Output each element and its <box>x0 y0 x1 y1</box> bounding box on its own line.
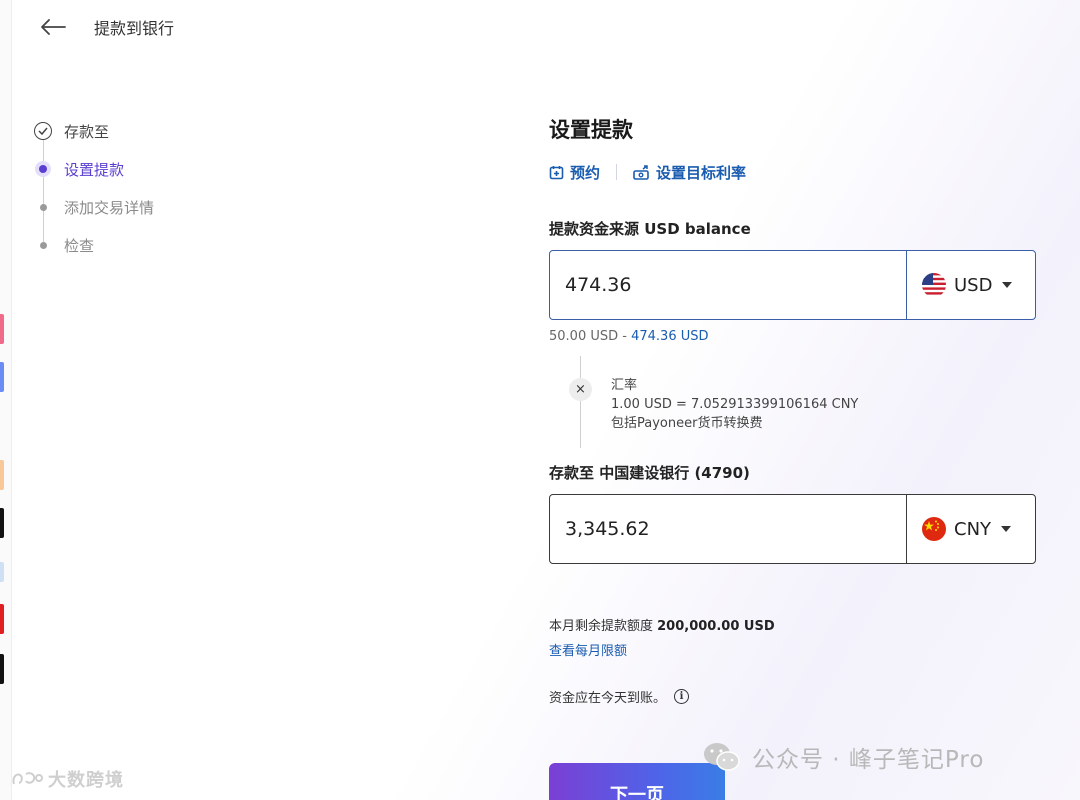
source-label: 提款资金来源 USD balance <box>549 220 751 238</box>
rate-info: 汇率 1.00 USD = 7.052913399106164 CNY 包括Pa… <box>611 376 858 433</box>
range-min: 50.00 USD <box>549 329 619 344</box>
dest-label: 存款至 中国建设银行 (4790) <box>549 464 750 482</box>
rate-connector-line <box>580 356 581 448</box>
step-set-withdrawal[interactable]: 设置提款 <box>32 150 232 188</box>
exchange-rate-block: × 汇率 1.00 USD = 7.052913399106164 CNY 包括… <box>549 356 1039 452</box>
watermark-left-text: 大数跨境 <box>48 770 124 791</box>
page-title: 提款到银行 <box>94 19 175 38</box>
next-page-button[interactable]: 下一页 <box>549 763 725 800</box>
back-button[interactable] <box>38 12 68 42</box>
caret-down-icon <box>1002 282 1013 288</box>
caret-down-icon <box>1001 526 1012 532</box>
edge-chip-red <box>0 604 4 634</box>
dest-currency-code: CNY <box>954 518 992 540</box>
withdrawal-form: 设置提款 预约 设置目标利率 提款资金来源 USD balance 474.36… <box>549 112 1039 706</box>
calendar-icon <box>549 165 564 179</box>
page-header: 提款到银行 <box>38 12 174 42</box>
watermark-right: 公众号 · 峰子笔记Pro <box>702 740 984 774</box>
target-rate-link[interactable]: 设置目标利率 <box>633 162 746 183</box>
step-dot-icon <box>39 203 47 211</box>
step-dot-icon <box>39 241 47 249</box>
limit-prefix: 本月剩余提款额度 <box>549 619 658 634</box>
watermark-logo-icon <box>12 772 43 785</box>
step-label: 添加交易详情 <box>64 198 155 217</box>
cn-flag-icon <box>922 517 946 541</box>
arrow-left-icon <box>41 19 66 35</box>
step-label: 存款至 <box>64 122 110 141</box>
link-divider <box>616 164 618 180</box>
arrival-text: 资金应在今天到账。 <box>549 691 667 706</box>
stepper: 存款至 设置提款 添加交易详情 检查 <box>32 112 232 264</box>
step-review: 检查 <box>32 226 232 264</box>
edge-chip-black-2 <box>0 654 4 684</box>
range-separator: - <box>618 329 632 344</box>
target-rate-link-label: 设置目标利率 <box>656 163 747 182</box>
dest-currency-select[interactable]: CNY <box>906 495 1035 563</box>
source-currency-code: USD <box>954 274 993 296</box>
form-actions: 预约 设置目标利率 <box>549 160 1039 184</box>
dest-amount-input[interactable] <box>550 495 906 563</box>
stepper-line <box>43 132 44 244</box>
monthly-limit: 本月剩余提款额度 200,000.00 USD <box>549 615 1039 634</box>
watermark-right-text: 公众号 · 峰子笔记Pro <box>752 747 985 773</box>
info-icon[interactable]: i <box>674 689 690 704</box>
step-deposit-to[interactable]: 存款至 <box>32 112 232 150</box>
target-rate-icon <box>633 164 649 180</box>
edge-chip-pink <box>0 314 4 344</box>
watermark-left: 大数跨境 <box>10 766 124 792</box>
dest-amount-box: CNY <box>549 494 1036 564</box>
source-amount-box: USD <box>549 250 1036 320</box>
schedule-link-label: 预约 <box>570 163 601 182</box>
source-currency-select[interactable]: USD <box>906 251 1035 319</box>
active-step-dot-icon <box>35 161 51 177</box>
range-max[interactable]: 474.36 USD <box>631 329 708 344</box>
schedule-link[interactable]: 预约 <box>549 162 600 183</box>
edge-chip-black <box>0 508 4 538</box>
edge-chip-lightblue <box>0 562 4 582</box>
edge-chip-blue <box>0 362 4 392</box>
limit-amount: 200,000.00 USD <box>657 619 775 634</box>
arrival-note: 资金应在今天到账。 i <box>549 687 1039 706</box>
check-circle-icon <box>34 122 52 140</box>
rate-value: 1.00 USD = 7.052913399106164 CNY <box>611 397 859 412</box>
rate-note: 包括Payoneer货币转换费 <box>611 416 763 431</box>
form-title: 设置提款 <box>549 118 633 142</box>
view-monthly-limit-link[interactable]: 查看每月限额 <box>549 640 1039 659</box>
step-add-details: 添加交易详情 <box>32 188 232 226</box>
multiply-icon: × <box>569 378 592 401</box>
amount-range: 50.00 USD - 474.36 USD <box>549 329 1039 344</box>
rate-title: 汇率 <box>611 378 638 393</box>
step-label: 检查 <box>64 236 95 255</box>
step-label: 设置提款 <box>64 160 125 179</box>
left-edge-strip <box>0 0 12 800</box>
source-amount-input[interactable] <box>550 251 906 319</box>
wechat-icon <box>704 743 740 771</box>
edge-chip-peach <box>0 460 4 490</box>
us-flag-icon <box>922 273 946 297</box>
